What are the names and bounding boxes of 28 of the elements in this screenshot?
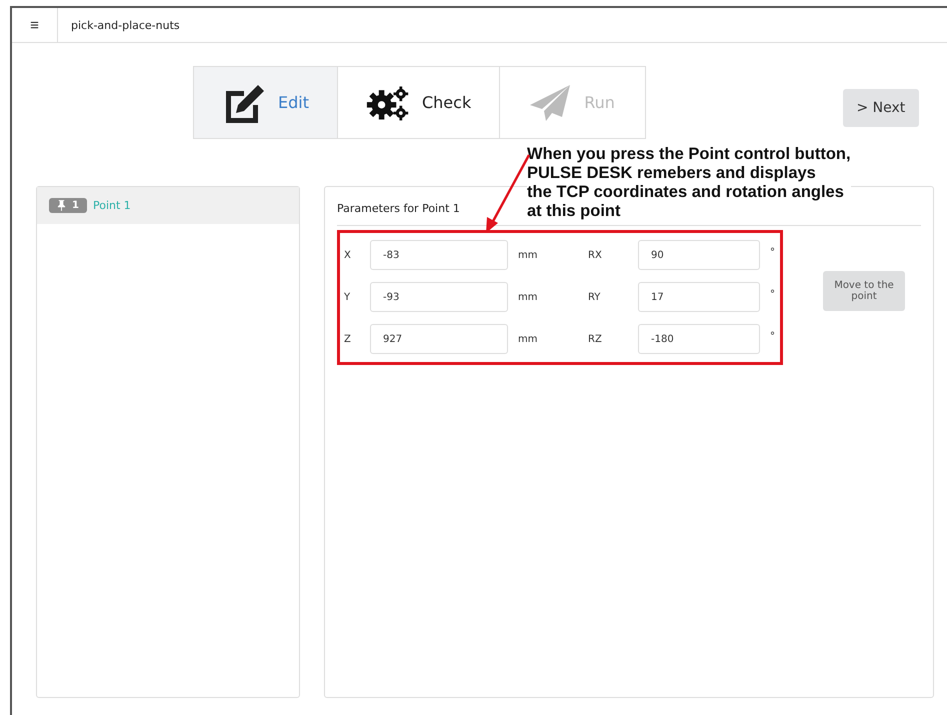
coordinate-field[interactable]: -93 xyxy=(370,282,508,312)
angle-label: RY xyxy=(588,292,602,302)
coordinate-field[interactable]: 927 xyxy=(370,324,508,354)
angle-field[interactable]: 17 xyxy=(638,282,760,312)
next-button[interactable]: > Next xyxy=(842,89,919,127)
paper-plane-icon xyxy=(528,82,572,122)
point-label: Point 1 xyxy=(92,199,131,212)
angle-label: RX xyxy=(588,250,603,260)
angle-field[interactable]: -180 xyxy=(638,324,760,354)
angle-field[interactable]: 90 xyxy=(638,240,760,270)
unit-label: mm xyxy=(517,250,538,260)
pin-icon xyxy=(57,200,66,211)
angle-label: RZ xyxy=(588,334,603,344)
axis-label: Z xyxy=(344,334,352,344)
axis-label: X xyxy=(344,250,352,260)
unit-label: mm xyxy=(517,334,538,344)
axis-label: Y xyxy=(344,292,352,302)
project-title: pick-and-place-nuts xyxy=(70,18,180,32)
step-tab[interactable]: Edit xyxy=(194,67,338,138)
coordinate-field[interactable]: -83 xyxy=(370,240,508,270)
degree-label: ° xyxy=(769,246,776,260)
unit-label: mm xyxy=(517,292,538,302)
badge-number: 1 xyxy=(72,200,79,211)
annotation-text: When you press the Point control button, PULSE DESK remebers and displays the TCP coordinates and rotation angles at this point xyxy=(527,145,851,221)
degree-label: ° xyxy=(769,330,776,344)
move-to-point-button[interactable]: Move to the point xyxy=(823,271,905,311)
degree-label: ° xyxy=(769,288,776,302)
step-tab[interactable]: Check xyxy=(338,67,500,138)
